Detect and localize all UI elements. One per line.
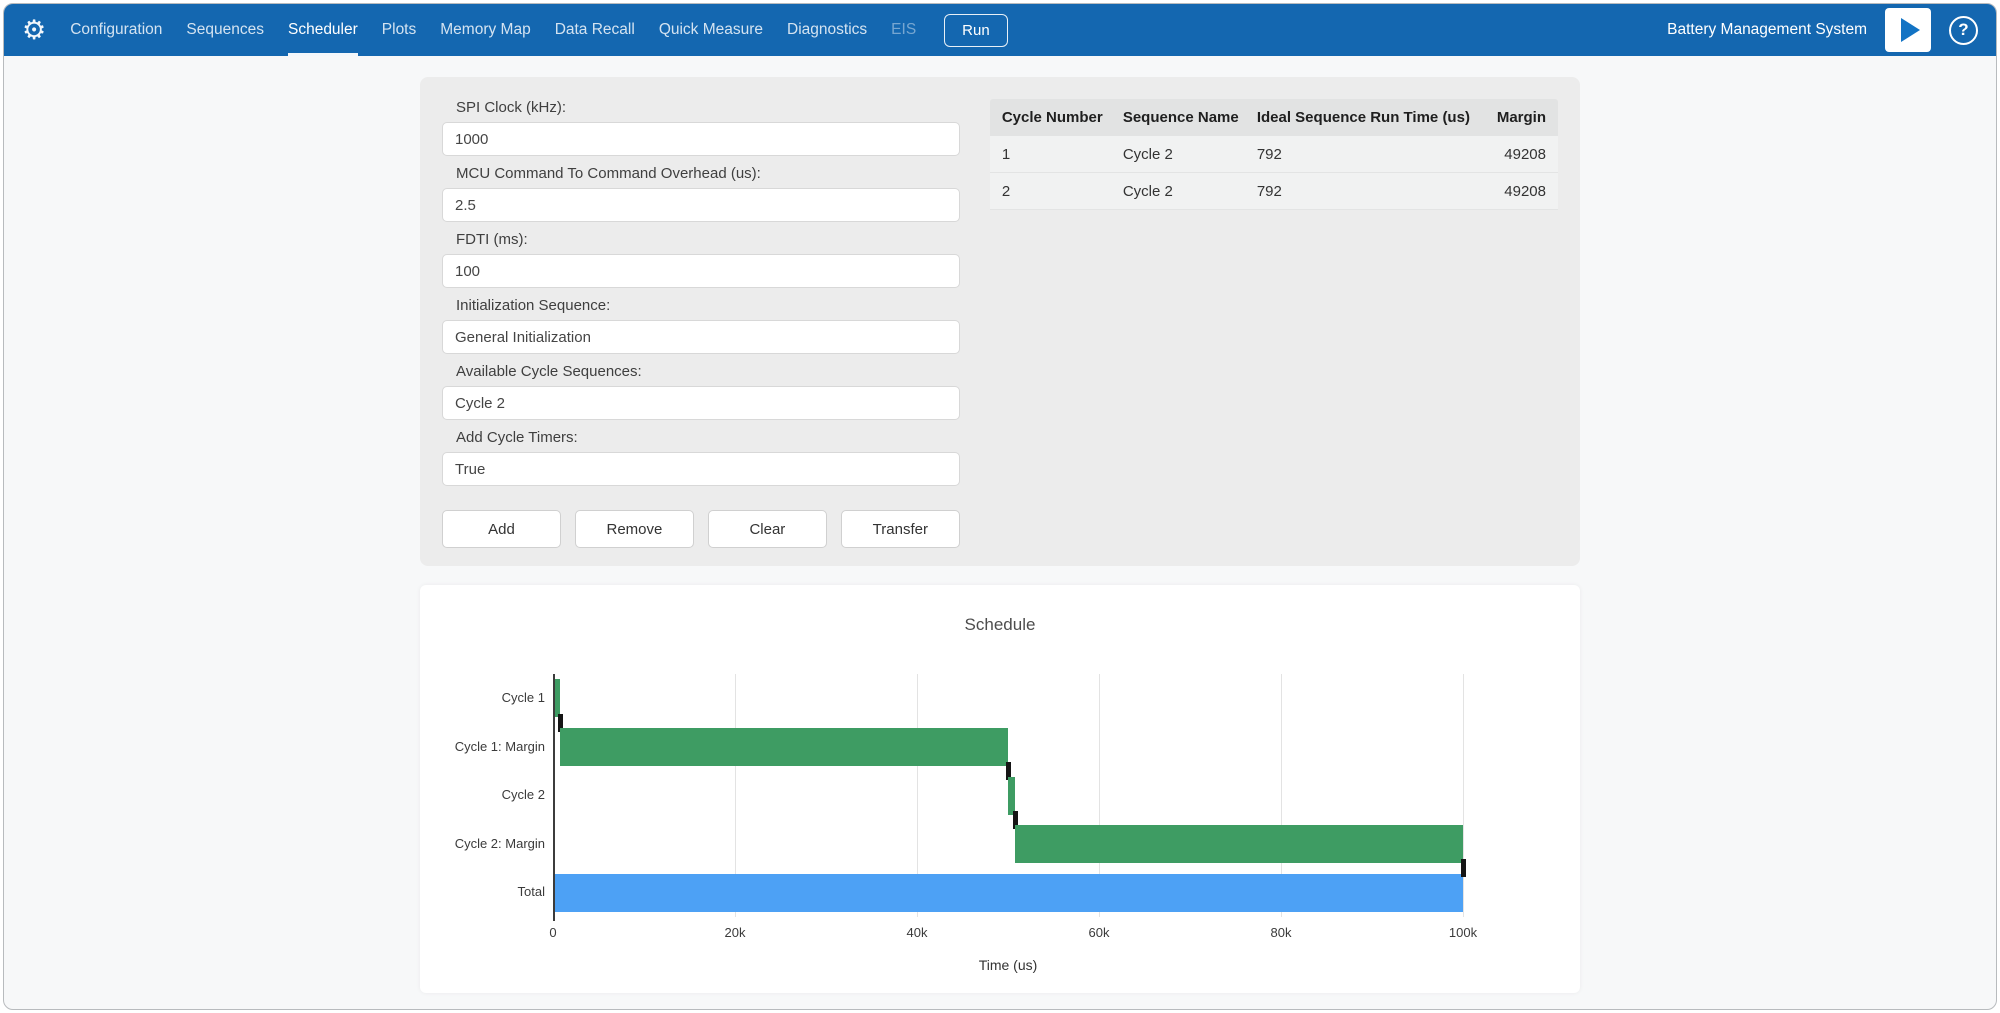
navbar-left: ⚙ Configuration Sequences Scheduler Plots Me… <box>22 4 1667 56</box>
nav-item-scheduler[interactable]: Scheduler <box>288 4 358 56</box>
chart-bar-total <box>553 874 1463 912</box>
y-axis-label-cycle-1-margin: Cycle 1: Margin <box>413 723 545 772</box>
nav-item-diagnostics[interactable]: Diagnostics <box>787 4 867 56</box>
table-row[interactable]: 2Cycle 279249208 <box>990 173 1558 210</box>
field-label-initialization-sequence: Initialization Sequence: <box>456 297 960 315</box>
y-axis-label-cycle-2: Cycle 2 <box>413 771 545 820</box>
nav-item-memory-map[interactable]: Memory Map <box>440 4 530 56</box>
form-field-mcu-command-to-command-overhead-us: MCU Command To Command Overhead (us): <box>442 165 960 222</box>
help-icon[interactable]: ? <box>1949 16 1978 45</box>
table-header-cycle-number: Cycle Number <box>1002 109 1123 126</box>
table-cell: 49208 <box>1497 183 1546 200</box>
form-field-fdti-ms: FDTI (ms): <box>442 231 960 288</box>
table-body: 1Cycle 2792492082Cycle 279249208 <box>990 136 1558 210</box>
form-field-initialization-sequence: Initialization Sequence: <box>442 297 960 354</box>
x-tick-label: 0 <box>549 925 556 940</box>
chart-bar-cycle-2-margin <box>1015 825 1463 863</box>
nav-item-plots[interactable]: Plots <box>382 4 416 56</box>
x-axis-label: Time (us) <box>979 957 1038 973</box>
field-label-add-cycle-timers: Add Cycle Timers: <box>456 429 960 447</box>
nav-item-eis[interactable]: EIS <box>891 4 916 56</box>
scheduler-form: SPI Clock (kHz): MCU Command To Command O… <box>442 99 960 548</box>
input-spi-clock-khz[interactable] <box>442 122 960 156</box>
input-initialization-sequence[interactable] <box>442 320 960 354</box>
main-content: SPI Clock (kHz): MCU Command To Command O… <box>420 77 1580 993</box>
form-fields: SPI Clock (kHz): MCU Command To Command O… <box>442 99 960 486</box>
table-cell: 49208 <box>1497 146 1546 163</box>
x-tick-label: 20k <box>725 925 746 940</box>
table-cell: 2 <box>1002 183 1123 200</box>
table-header-sequence-name: Sequence Name <box>1123 109 1257 126</box>
table-header-row: Cycle NumberSequence NameIdeal Sequence … <box>990 99 1558 136</box>
table-header-margin: Margin <box>1497 109 1546 126</box>
field-label-fdti-ms: FDTI (ms): <box>456 231 960 249</box>
schedule-chart-card: Schedule Time (us) 020k40k60k80k100kCycl… <box>420 585 1580 993</box>
y-axis-label-cycle-1: Cycle 1 <box>413 674 545 723</box>
x-tick-label: 100k <box>1449 925 1477 940</box>
form-buttons: Add Remove Clear Transfer <box>442 510 960 548</box>
form-field-available-cycle-sequences: Available Cycle Sequences: <box>442 363 960 420</box>
bar-end-marker <box>1461 859 1466 877</box>
input-add-cycle-timers[interactable] <box>442 452 960 486</box>
play-button[interactable] <box>1885 8 1931 52</box>
input-fdti-ms[interactable] <box>442 254 960 288</box>
form-field-add-cycle-timers: Add Cycle Timers: <box>442 429 960 486</box>
app-window: ⚙ Configuration Sequences Scheduler Plots Me… <box>3 3 1997 1010</box>
play-icon <box>1901 18 1920 42</box>
add-button[interactable]: Add <box>442 510 561 548</box>
clear-button[interactable]: Clear <box>708 510 827 548</box>
field-label-spi-clock-khz: SPI Clock (kHz): <box>456 99 960 117</box>
table-row[interactable]: 1Cycle 279249208 <box>990 136 1558 173</box>
navbar-right: Battery Management System ? <box>1667 8 1978 52</box>
nav-menu: Configuration Sequences Scheduler Plots Memo… <box>70 4 916 56</box>
chart-bar-cycle-2 <box>1008 777 1015 815</box>
x-tick-label: 40k <box>907 925 928 940</box>
nav-item-data-recall[interactable]: Data Recall <box>555 4 635 56</box>
x-tick-label: 60k <box>1089 925 1110 940</box>
remove-button[interactable]: Remove <box>575 510 694 548</box>
chart-title: Schedule <box>420 615 1580 635</box>
top-navbar: ⚙ Configuration Sequences Scheduler Plots Me… <box>4 4 1996 56</box>
y-axis-label-cycle-2-margin: Cycle 2: Margin <box>413 820 545 869</box>
nav-item-configuration[interactable]: Configuration <box>70 4 162 56</box>
nav-item-sequences[interactable]: Sequences <box>186 4 264 56</box>
table-cell: 792 <box>1257 146 1497 163</box>
field-label-available-cycle-sequences: Available Cycle Sequences: <box>456 363 960 381</box>
table-cell: 792 <box>1257 183 1497 200</box>
input-available-cycle-sequences[interactable] <box>442 386 960 420</box>
transfer-button[interactable]: Transfer <box>841 510 960 548</box>
x-tick-label: 80k <box>1271 925 1292 940</box>
app-title: Battery Management System <box>1667 21 1867 39</box>
run-button[interactable]: Run <box>944 14 1008 47</box>
schedule-gantt-plot: Time (us) 020k40k60k80k100kCycle 1Cycle … <box>553 674 1463 917</box>
y-axis-label-total: Total <box>413 868 545 917</box>
cycle-table: Cycle NumberSequence NameIdeal Sequence … <box>990 99 1558 548</box>
table-cell: Cycle 2 <box>1123 183 1257 200</box>
form-field-spi-clock-khz: SPI Clock (kHz): <box>442 99 960 156</box>
y-axis-line <box>553 674 555 921</box>
table-cell: 1 <box>1002 146 1123 163</box>
gear-icon[interactable]: ⚙ <box>22 4 46 56</box>
field-label-mcu-command-to-command-overhead-us: MCU Command To Command Overhead (us): <box>456 165 960 183</box>
table-cell: Cycle 2 <box>1123 146 1257 163</box>
table-header-ideal-sequence-run-time-us: Ideal Sequence Run Time (us) <box>1257 109 1497 126</box>
chart-gridline <box>1463 674 1464 917</box>
chart-bar-cycle-1-margin <box>560 728 1008 766</box>
input-mcu-command-to-command-overhead-us[interactable] <box>442 188 960 222</box>
nav-item-quick-measure[interactable]: Quick Measure <box>659 4 763 56</box>
scheduler-settings-panel: SPI Clock (kHz): MCU Command To Command O… <box>420 77 1580 566</box>
